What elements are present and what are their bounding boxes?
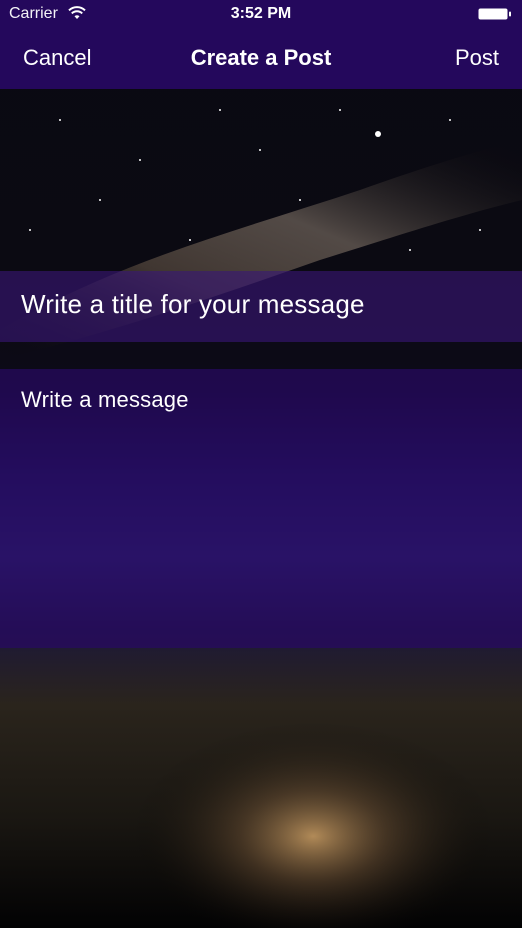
status-time: 3:52 PM (230, 5, 292, 22)
battery-icon (478, 8, 511, 20)
status-bar: Carrier 3:52 PM (0, 0, 522, 30)
page-title: Create a Post (190, 45, 332, 70)
title-field[interactable]: Write a title for your message (0, 271, 522, 342)
post-button[interactable]: Post (455, 45, 499, 71)
title-input-placeholder[interactable]: Write a title for your message (21, 289, 501, 320)
message-input-placeholder[interactable]: Write a message (21, 387, 189, 413)
navigation-bar: Carrier 3:52 PM Cancel Create a Post Pos… (0, 0, 522, 89)
message-field[interactable]: Write a message (0, 369, 522, 648)
